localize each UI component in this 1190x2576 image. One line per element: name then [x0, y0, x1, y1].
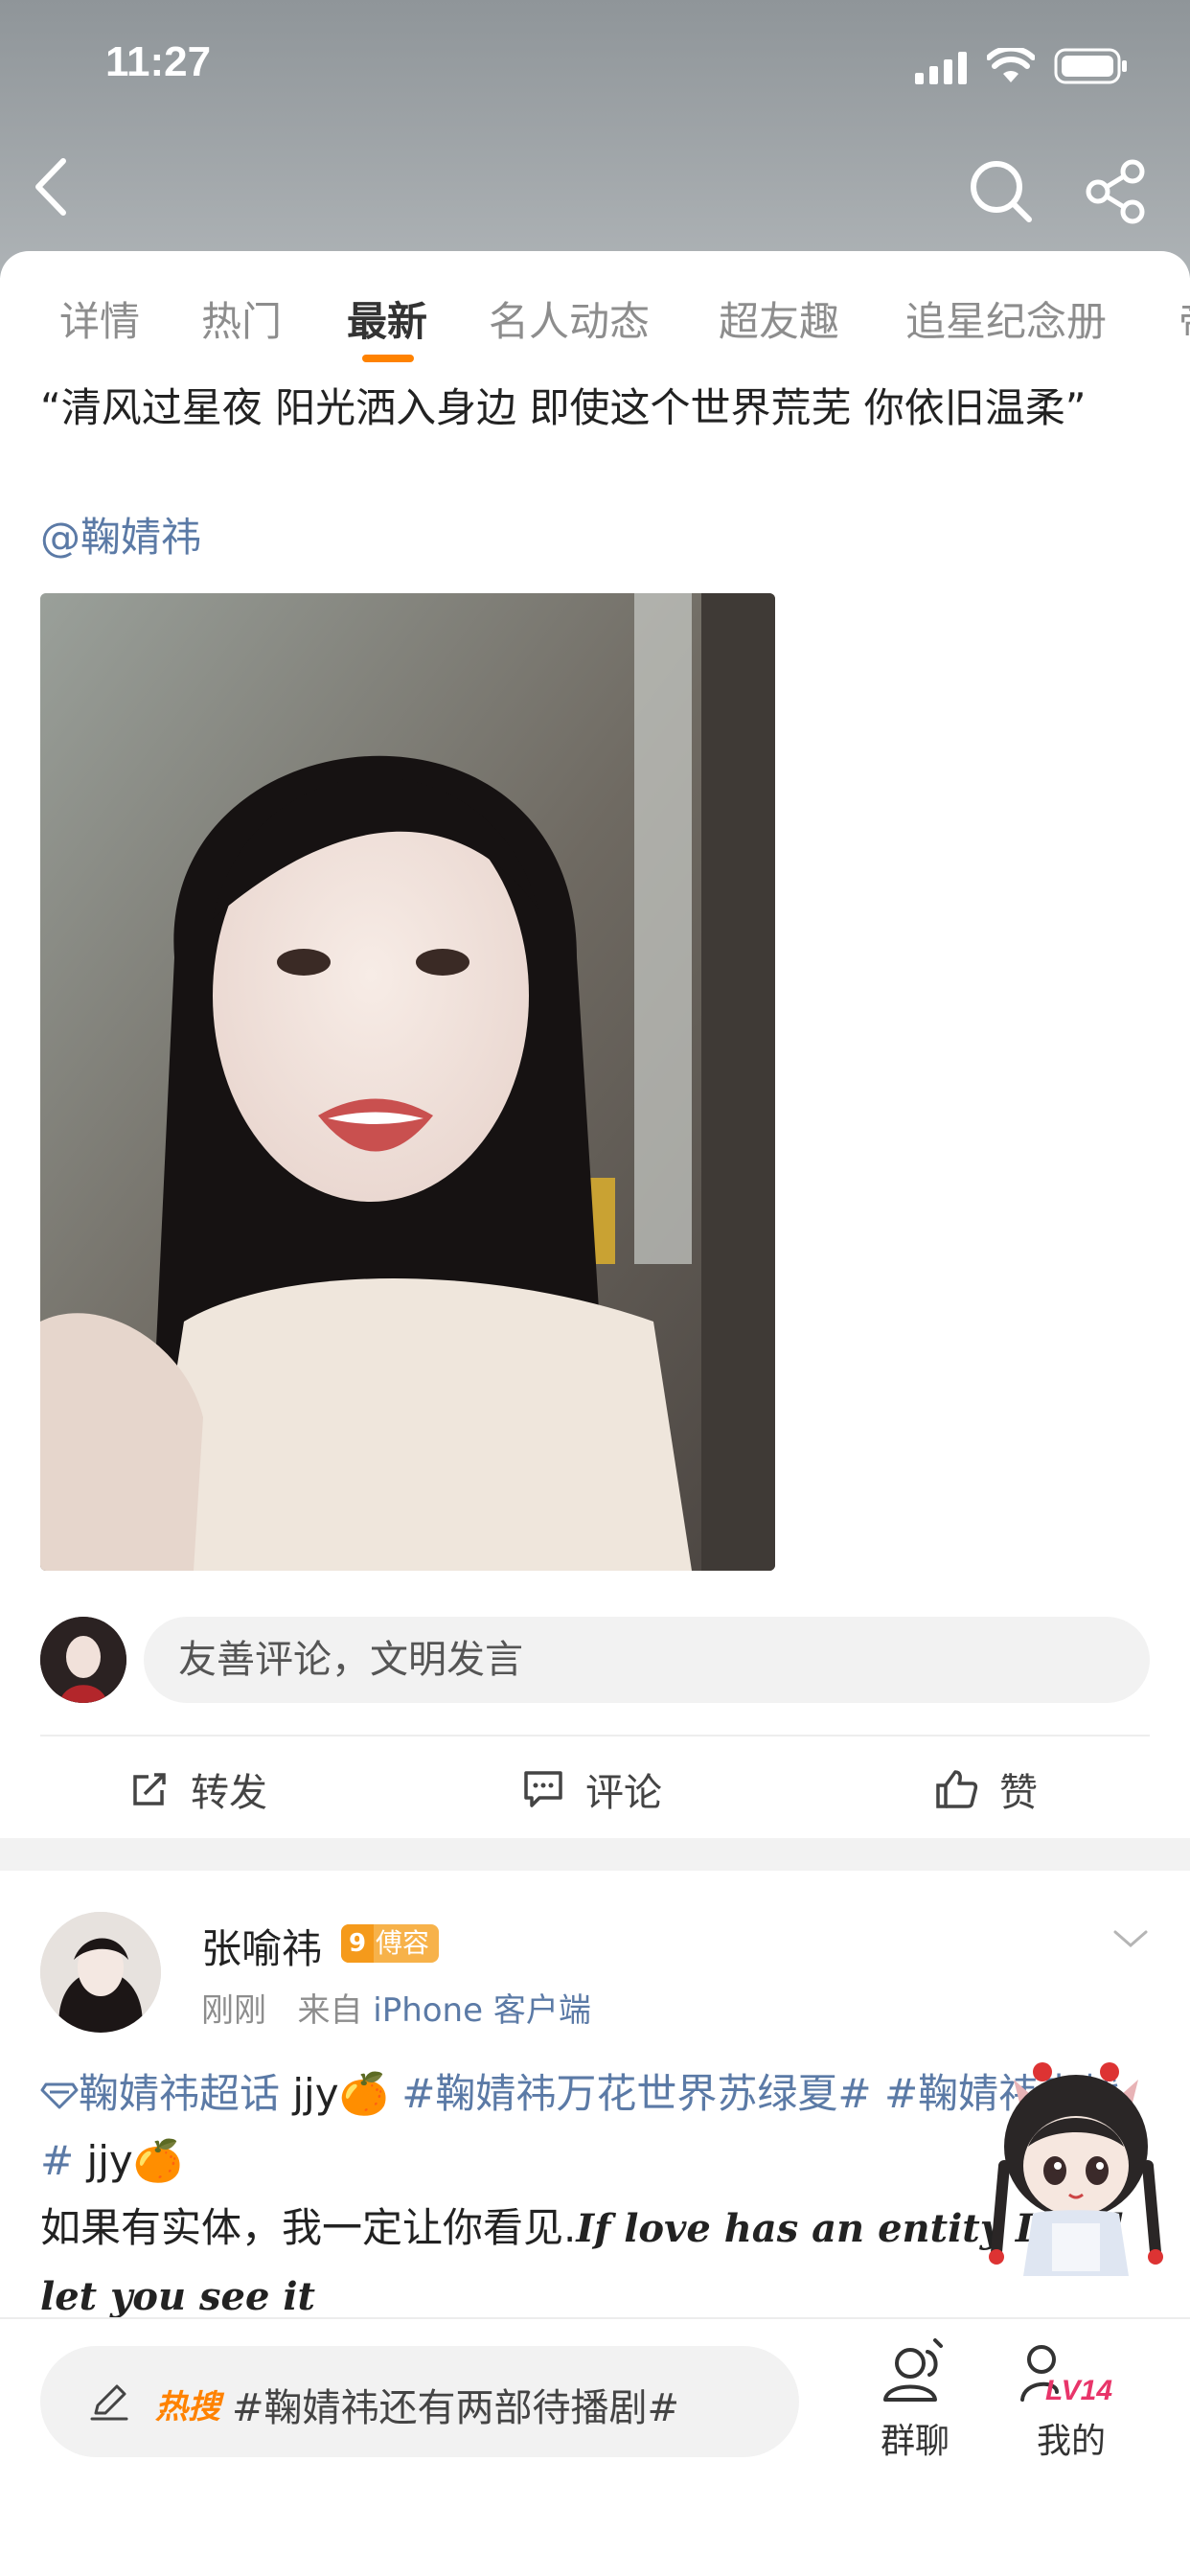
- repost-label: 转发: [191, 1771, 267, 1815]
- like-label: 赞: [999, 1771, 1038, 1815]
- mine-label: 我的: [1036, 2422, 1106, 2461]
- comment-icon: [524, 1771, 562, 1807]
- author-avatar[interactable]: [40, 1912, 161, 2033]
- author-name[interactable]: 张喻祎: [201, 1917, 322, 1975]
- group-chat-button[interactable]: 群聊: [858, 2338, 973, 2463]
- body-text-line: 如果有实体，我一定让你看见.: [40, 2204, 577, 2251]
- tab-details[interactable]: 详情: [59, 289, 140, 348]
- chevron-down-icon[interactable]: [1111, 1926, 1150, 1951]
- fan-badge[interactable]: 9 傅容: [341, 1924, 440, 1963]
- section-gap: [0, 1838, 1190, 1871]
- post-time: 刚刚: [201, 1991, 266, 2030]
- badge-label: 傅容: [376, 1927, 430, 1959]
- body-text-2: [872, 2070, 884, 2117]
- back-icon[interactable]: [29, 153, 77, 220]
- tab-celebrity[interactable]: 名人动态: [489, 289, 650, 348]
- badge-level: 9: [341, 1924, 374, 1963]
- group-chat-icon: [883, 2338, 943, 2402]
- body-text-3: jjy🍊: [74, 2137, 184, 2184]
- bottom-bar: 热搜 #鞠婧祎还有两部待播剧# 群聊 LV14 我的: [0, 2317, 1190, 2576]
- thumbs-up-icon: [936, 1770, 978, 1808]
- group-chat-label: 群聊: [880, 2422, 950, 2461]
- battery-icon: [1054, 48, 1127, 84]
- post-source[interactable]: iPhone 客户端: [373, 1991, 591, 2030]
- repost-icon: [133, 1773, 166, 1806]
- post-photo[interactable]: [40, 593, 775, 1571]
- profile-level-icon: LV14: [1020, 2345, 1112, 2406]
- hashtag-link[interactable]: #鞠婧祎万花世界苏绿夏#: [401, 2070, 871, 2117]
- post-actions: 转发 评论 赞: [0, 1741, 1190, 1837]
- comment-input[interactable]: 友善评论，文明发言: [144, 1617, 1150, 1703]
- mascot-sticker[interactable]: [975, 2051, 1177, 2290]
- comment-button[interactable]: 评论: [522, 1741, 662, 1837]
- like-button[interactable]: 赞: [934, 1741, 1038, 1837]
- tab-album[interactable]: 追星纪念册: [905, 289, 1107, 348]
- mine-button[interactable]: LV14 我的: [1014, 2338, 1129, 2463]
- tab-fun[interactable]: 超友趣: [719, 289, 839, 348]
- hot-search-tag: 热搜: [155, 2388, 220, 2426]
- divider: [40, 1735, 1150, 1736]
- comment-row: 友善评论，文明发言: [40, 1617, 1150, 1703]
- body-text-1: jjy🍊: [280, 2070, 402, 2117]
- status-bar: 11:27: [0, 38, 1190, 96]
- hot-search-text: #鞠婧祎还有两部待播剧#: [232, 2386, 680, 2430]
- level-badge: LV14: [1045, 2375, 1112, 2406]
- comment-label: 评论: [585, 1771, 662, 1815]
- header: 11:27: [0, 0, 1190, 278]
- signal-icon: [915, 52, 967, 84]
- pen-icon: [90, 2384, 128, 2421]
- supertopic-label: 鞠婧祎超话: [79, 2070, 281, 2117]
- share-icon[interactable]: [1083, 158, 1150, 225]
- post-text: “清风过星夜 阳光洒入身边 即使这个世界荒芜 你依旧温柔”: [40, 384, 1087, 431]
- hot-search-input[interactable]: 热搜 #鞠婧祎还有两部待播剧#: [40, 2346, 799, 2457]
- mention-link[interactable]: @鞠婧祎: [40, 505, 201, 564]
- post-meta: 刚刚 来自 iPhone 客户端: [201, 1984, 591, 2031]
- content-card: 详情 热门 最新 名人动态 超友趣 追星纪念册 帝 “清风过星夜 阳光洒入身边 …: [0, 251, 1190, 1832]
- my-avatar[interactable]: [40, 1617, 126, 1703]
- photo-illustration: [40, 593, 775, 1571]
- source-prefix: 来自: [297, 1991, 363, 2030]
- supertopic-link[interactable]: 鞠婧祎超话: [40, 2070, 280, 2117]
- status-time: 11:27: [105, 38, 212, 85]
- wifi-icon: [987, 48, 1035, 82]
- diamond-icon: [40, 2082, 79, 2109]
- active-tab-indicator: [362, 355, 414, 362]
- search-icon[interactable]: [968, 158, 1035, 225]
- tab-more[interactable]: 帝: [1179, 289, 1190, 348]
- repost-button[interactable]: 转发: [129, 1741, 267, 1837]
- tab-bar: 详情 热门 最新 名人动态 超友趣 追星纪念册 帝: [0, 289, 1190, 376]
- tab-latest[interactable]: 最新: [347, 289, 427, 348]
- tab-hot[interactable]: 热门: [201, 289, 282, 348]
